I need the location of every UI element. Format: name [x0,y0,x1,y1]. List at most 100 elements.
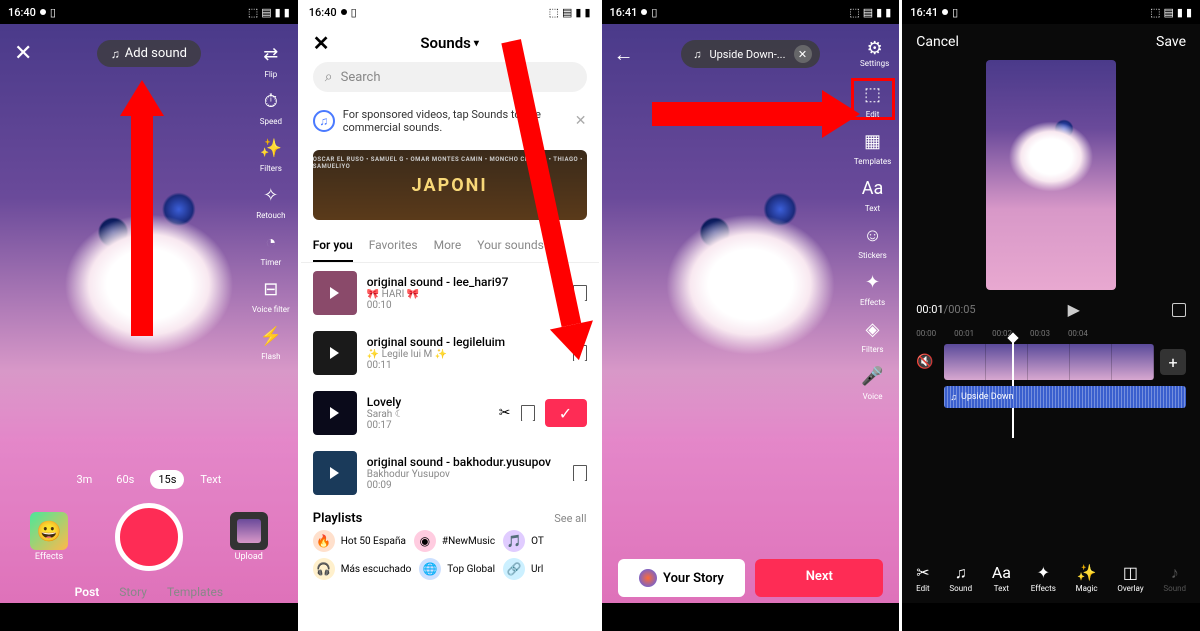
playlist-icon: 🎧 [313,558,335,580]
search-input[interactable]: ⌕ Search [313,62,587,92]
mute-icon[interactable]: 🔇 [916,354,936,370]
video-clip[interactable] [1028,344,1070,380]
voice-icon: 🎤 [859,362,887,390]
sound-item[interactable]: original sound - legileluim ✨ Legile lui… [313,323,587,383]
mode-tab-story[interactable]: Story [119,585,147,599]
playlist-item[interactable]: 🔥Hot 50 España [313,530,406,552]
sound-thumbnail[interactable] [313,451,357,495]
add-clip-button[interactable]: + [1160,349,1186,375]
voice filter-icon: ⊟ [257,275,285,303]
editor-tool-overlay[interactable]: ◫Overlay [1117,563,1143,593]
your-story-button[interactable]: Your Story [618,559,746,597]
ruler-tick: 00:04 [1068,329,1088,338]
wifi-icon: ▤ [1163,6,1173,19]
see-all-link[interactable]: See all [554,512,586,525]
expand-icon[interactable] [1172,303,1186,317]
next-button[interactable]: Next [755,559,883,597]
side-tool-text[interactable]: AaText [854,174,891,213]
video-track[interactable]: 🔇 + [916,344,1186,380]
duration-chip-3m[interactable]: 3m [68,470,100,489]
save-button[interactable]: Save [1156,34,1186,50]
close-icon[interactable]: ✕ [575,113,587,129]
playlist-item[interactable]: 🎵OT [503,530,544,552]
side-tool-stickers[interactable]: ☺Stickers [854,221,891,260]
text-icon: Aa [859,174,887,202]
play-icon[interactable]: ▶ [1068,300,1080,319]
add-sound-button[interactable]: ♫ Add sound [97,40,201,67]
side-tool-flip[interactable]: ⇄Flip [252,40,290,79]
record-button[interactable] [115,503,183,571]
signal-icon: ▮ [876,6,882,19]
video-clip[interactable] [944,344,986,380]
editor-tool-sound[interactable]: ♫Sound [949,563,972,593]
sound-title: original sound - bakhodur.yusupov [367,455,563,469]
play-icon [330,287,339,299]
bookmark-icon[interactable] [573,465,587,481]
duration-chip-60s[interactable]: 60s [108,470,142,489]
tab-your-sounds[interactable]: Your sounds [477,230,544,262]
video-clip[interactable] [1070,344,1112,380]
screen-sounds: 16:40▯ ⬚▤▮▮ ✕ Sounds▾ ⌕ Search ♫ For spo… [301,0,599,631]
battery-icon: ▮ [584,6,590,19]
side-tool-retouch[interactable]: ✧Retouch [252,181,290,220]
video-clip[interactable] [1112,344,1154,380]
side-tool-filters[interactable]: ◈Filters [854,315,891,354]
playlist-item[interactable]: 🌐Top Global [419,558,495,580]
close-icon[interactable]: ✕ [14,41,32,66]
time-display: 00:01/00:05 [916,303,975,316]
sound-artist: Bakhodur Yusupov [367,469,563,480]
sound-pill[interactable]: ♫ Upside Down-... ✕ [681,40,819,68]
side-tool-filters[interactable]: ✨Filters [252,134,290,173]
video-preview[interactable] [986,60,1116,290]
sound-item[interactable]: Lovely Sarah ☾ 00:17 ✂✓ [313,383,587,443]
back-icon[interactable]: ← [614,42,634,67]
editor-tool-edit[interactable]: ✂Edit [916,563,930,593]
mode-tab-post[interactable]: Post [75,585,100,599]
tab-for-you[interactable]: For you [313,230,353,262]
sound-thumbnail[interactable] [313,271,357,315]
sound-name: Upside Down-... [709,48,785,61]
side-tool-voice-filter[interactable]: ⊟Voice filter [252,275,290,314]
sound-thumbnail[interactable] [313,391,357,435]
side-tool-effects[interactable]: ✦Effects [854,268,891,307]
cancel-button[interactable]: Cancel [916,34,959,50]
duration-chip-Text[interactable]: Text [192,470,229,489]
tab-favorites[interactable]: Favorites [369,230,418,262]
sound-track[interactable]: ♫ Upside Down [944,386,1186,408]
bookmark-icon[interactable] [521,405,535,421]
playlist-item[interactable]: ◉#NewMusic [414,530,495,552]
side-tool-timer[interactable]: ◔Timer [252,228,290,267]
select-sound-button[interactable]: ✓ [545,399,587,427]
remove-sound-icon[interactable]: ✕ [794,45,812,63]
sound-item[interactable]: original sound - bakhodur.yusupov Bakhod… [313,443,587,503]
sound-item[interactable]: original sound - lee_hari97 🎀 HARI 🎀 00:… [313,263,587,323]
side-tool-voice[interactable]: 🎤Voice [854,362,891,401]
status-icon: ▯ [351,6,357,19]
scissors-icon[interactable]: ✂ [499,405,511,421]
sound-artist: 🎀 HARI 🎀 [367,289,563,300]
editor-tool-effects[interactable]: ✦Effects [1031,563,1056,593]
playlist-item[interactable]: 🎧Más escuchado [313,558,412,580]
editor-tool-magic[interactable]: ✨Magic [1076,563,1098,593]
side-tool-speed[interactable]: ⏱Speed [252,87,290,126]
settings-button[interactable]: ⚙ Settings [860,38,889,68]
sound-duration: 00:11 [367,360,563,371]
side-tool-flash[interactable]: ⚡Flash [252,322,290,361]
duration-chip-15s[interactable]: 15s [150,470,184,489]
annotation-arrow-right [652,90,860,138]
mode-tab-templates[interactable]: Templates [167,585,223,599]
status-time: 16:41 [910,6,938,19]
status-time: 16:40 [8,6,36,19]
playlist-item[interactable]: 🔗Url [503,558,543,580]
sounds-title[interactable]: Sounds▾ [420,34,479,52]
banner-title: JAPONI [412,175,488,196]
upload-button[interactable]: Upload [230,512,268,562]
editor-tool-text[interactable]: AaText [992,563,1011,593]
close-icon[interactable]: ✕ [313,31,330,55]
signal-icon: ▮ [275,6,281,19]
tab-more[interactable]: More [434,230,462,262]
sound-thumbnail[interactable] [313,331,357,375]
play-icon [330,467,339,479]
video-clip[interactable] [986,344,1028,380]
effects-button[interactable]: 😀 Effects [30,512,68,562]
